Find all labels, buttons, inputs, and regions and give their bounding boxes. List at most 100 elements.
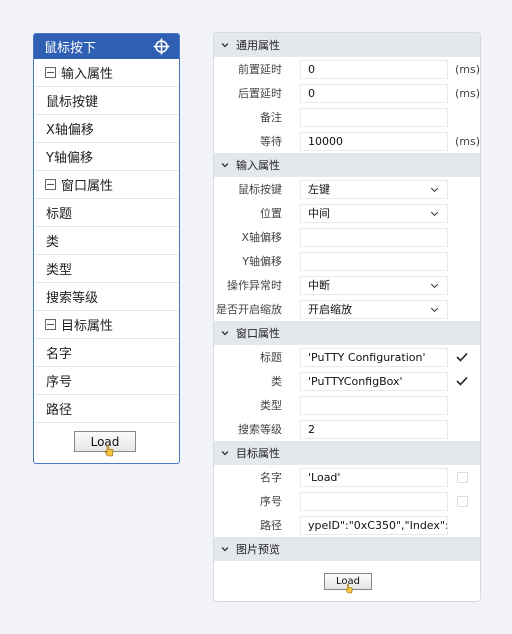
prop-label: 前置延时	[238, 63, 282, 76]
section-input[interactable]: 输入属性	[214, 153, 480, 177]
property-label: 鼠标按键	[46, 95, 99, 110]
prop-row-zoom: 是否开启缩放 开启缩放	[214, 297, 480, 321]
section-general[interactable]: 通用属性	[214, 33, 480, 57]
prop-row-window-type: 类型	[214, 393, 480, 417]
property-row[interactable]: 路径	[34, 395, 179, 423]
unit-label: (ms)	[455, 62, 481, 76]
prop-row-mouse-button: 鼠标按键 左键	[214, 177, 480, 201]
property-row[interactable]: 类	[34, 227, 179, 255]
property-label: 输入属性	[61, 67, 114, 82]
collapse-icon[interactable]	[45, 179, 56, 190]
property-panel: 通用属性 前置延时 0 (ms) 后置延时 0 (ms) 备注 等待 10000…	[213, 32, 481, 602]
property-label: 路径	[46, 403, 73, 418]
chevron-down-icon	[221, 451, 229, 456]
prop-row-target-name: 名字 'Load'	[214, 465, 480, 489]
prop-row-target-index: 序号	[214, 489, 480, 513]
search-level-input[interactable]: 2	[300, 419, 448, 439]
chevron-down-icon	[221, 163, 229, 168]
property-label: 目标属性	[61, 319, 114, 334]
prop-row-post-delay: 后置延时 0 (ms)	[214, 81, 480, 105]
window-type-input[interactable]	[300, 395, 448, 415]
section-preview[interactable]: 图片预览	[214, 537, 480, 561]
post-delay-input[interactable]: 0	[300, 83, 448, 103]
prop-row-position: 位置 中间	[214, 201, 480, 225]
property-row[interactable]: 序号	[34, 367, 179, 395]
prop-label: 等待	[260, 135, 282, 148]
prop-row-x-offset: X轴偏移	[214, 225, 480, 249]
prop-label: 是否开启缩放	[216, 303, 282, 316]
hand-cursor-icon	[104, 444, 114, 457]
prop-row-pre-delay: 前置延时 0 (ms)	[214, 57, 480, 81]
prop-label: 位置	[260, 207, 282, 220]
prop-label: 标题	[260, 351, 282, 364]
section-title: 窗口属性	[236, 327, 280, 340]
y-offset-input[interactable]	[300, 251, 448, 271]
on-error-select[interactable]: 中断	[300, 275, 448, 295]
window-title-input[interactable]: 'PuTTY Configuration'	[300, 347, 448, 367]
prop-label: X轴偏移	[241, 231, 282, 244]
pre-delay-input[interactable]: 0	[300, 59, 448, 79]
target-name-input[interactable]: 'Load'	[300, 467, 448, 487]
section-title: 图片预览	[236, 543, 280, 556]
section-title: 通用属性	[236, 39, 280, 52]
property-label: 类型	[46, 263, 73, 278]
property-label: X轴偏移	[46, 123, 94, 138]
prop-label: 搜索等级	[238, 423, 282, 436]
checkmark-icon[interactable]	[456, 352, 468, 362]
chevron-down-icon	[221, 547, 229, 552]
property-label: 名字	[46, 347, 73, 362]
prop-row-window-class: 类 'PuTTYConfigBox'	[214, 369, 480, 393]
collapse-icon[interactable]	[45, 319, 56, 330]
node-title: 鼠标按下	[44, 41, 97, 56]
property-label: 搜索等级	[46, 291, 99, 306]
section-window[interactable]: 窗口属性	[214, 321, 480, 345]
target-index-input[interactable]	[300, 491, 448, 511]
property-row[interactable]: 类型	[34, 255, 179, 283]
prop-row-target-path: 路径 ypeID":"0xC350","Index":"4"}]}	[214, 513, 480, 537]
prop-label: 类型	[260, 399, 282, 412]
section-target[interactable]: 目标属性	[214, 441, 480, 465]
target-path-input[interactable]: ypeID":"0xC350","Index":"4"}]}	[300, 515, 448, 535]
unit-label: (ms)	[455, 86, 481, 100]
target-name-checkbox[interactable]	[457, 471, 468, 483]
target-index-checkbox[interactable]	[457, 495, 468, 507]
section-title: 目标属性	[236, 447, 280, 460]
node-card-header: 鼠标按下	[34, 34, 179, 59]
note-input[interactable]	[300, 107, 448, 127]
property-label: 窗口属性	[61, 179, 114, 194]
property-label: 序号	[46, 375, 73, 390]
prop-row-on-error: 操作异常时 中断	[214, 273, 480, 297]
node-card[interactable]: 鼠标按下 输入属性鼠标按键 X轴偏移 Y轴偏移窗口属性标题类类型搜索等级目标属性名字…	[33, 33, 180, 464]
prop-label: 类	[271, 375, 282, 388]
window-class-input[interactable]: 'PuTTYConfigBox'	[300, 371, 448, 391]
property-row[interactable]: 名字	[34, 339, 179, 367]
prop-label: 鼠标按键	[238, 183, 282, 196]
property-row[interactable]: 标题	[34, 199, 179, 227]
property-group-row[interactable]: 输入属性	[34, 59, 179, 87]
prop-row-y-offset: Y轴偏移	[214, 249, 480, 273]
prop-label: 操作异常时	[227, 279, 282, 292]
prop-label: 序号	[260, 495, 282, 508]
hand-cursor-icon	[345, 583, 353, 594]
chevron-down-icon	[221, 43, 229, 48]
prop-label: 备注	[260, 111, 282, 124]
chevron-down-icon	[221, 331, 229, 336]
prop-label: 名字	[260, 471, 282, 484]
collapse-icon[interactable]	[45, 67, 56, 78]
property-row[interactable]: X轴偏移	[34, 115, 179, 143]
x-offset-input[interactable]	[300, 227, 448, 247]
checkmark-icon[interactable]	[456, 376, 468, 386]
wait-input[interactable]: 10000	[300, 131, 448, 151]
property-row[interactable]: Y轴偏移	[34, 143, 179, 171]
property-row[interactable]: 鼠标按键	[34, 87, 179, 115]
prop-label: Y轴偏移	[242, 255, 282, 268]
crosshair-icon[interactable]	[153, 38, 170, 55]
prop-row-wait: 等待 10000 (ms)	[214, 129, 480, 153]
property-row[interactable]: 搜索等级	[34, 283, 179, 311]
property-group-row[interactable]: 目标属性	[34, 311, 179, 339]
mouse-button-select[interactable]: 左键	[300, 179, 448, 199]
zoom-select[interactable]: 开启缩放	[300, 299, 448, 319]
property-group-row[interactable]: 窗口属性	[34, 171, 179, 199]
prop-label: 路径	[260, 519, 282, 532]
position-select[interactable]: 中间	[300, 203, 448, 223]
